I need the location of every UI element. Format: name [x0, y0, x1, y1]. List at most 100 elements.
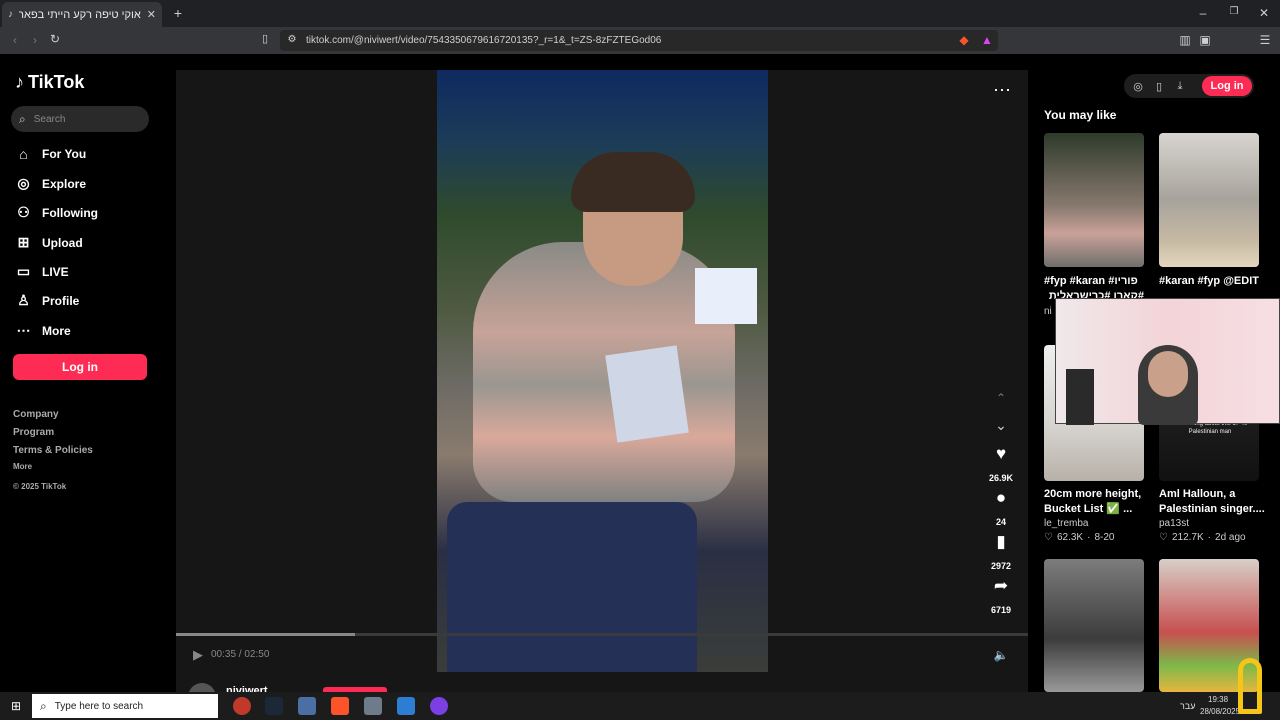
suggested-caption-3b[interactable]: Bucket List ✅ ... [1044, 502, 1154, 517]
suggested-stats-3: ♡ 62.3K · 8-20 [1044, 532, 1115, 543]
close-tab-icon[interactable]: ✕ [147, 8, 156, 21]
taskbar-app-7[interactable] [430, 697, 448, 715]
bookmark-save-icon[interactable]: ▮ [983, 532, 1019, 552]
comment-count: 24 [995, 517, 1006, 527]
back-icon[interactable]: ‹ [8, 33, 22, 47]
volume-icon[interactable]: 🔈 [992, 648, 1010, 662]
browser-tab[interactable]: ♪ אוקי טיפה רקע הייתי בפארק כל ✕ [2, 2, 162, 27]
sidebar-item-more[interactable]: ⋯ More [15, 322, 71, 339]
video-progress-fill [176, 633, 355, 636]
share-count: 6719 [990, 605, 1012, 615]
sidebar-item-for-you[interactable]: ⌂ For You [15, 146, 86, 162]
sidebar-item-live[interactable]: ▭ LIVE [15, 263, 69, 280]
taskbar-app-6[interactable] [397, 697, 415, 715]
footer-company-link[interactable]: Company [13, 409, 59, 420]
taskbar-lang[interactable]: עבר [1180, 701, 1195, 711]
sidebar-item-following[interactable]: ⚇ Following [15, 204, 98, 221]
suggested-caption-4b[interactable]: Palestinian singer.... [1159, 502, 1269, 517]
tiktok-favicon-icon: ♪ [8, 9, 13, 20]
video-player[interactable] [437, 70, 768, 672]
header-login-button[interactable]: Log in [1202, 76, 1252, 96]
sidebar-login-button[interactable]: Log in [13, 354, 147, 380]
suggested-thumb-2[interactable] [1159, 133, 1259, 267]
search-icon: ⌕ [19, 111, 26, 126]
taskbar-time[interactable]: 19:38 [1208, 695, 1228, 704]
heart-outline-icon: ♡ [1044, 532, 1053, 543]
address-bar[interactable]: tiktok.com/@niviwert/video/7543350679616… [280, 30, 998, 51]
windows-start-icon[interactable]: ⊞ [8, 699, 24, 713]
save-count: 2972 [990, 561, 1012, 571]
download-icon[interactable]: ⤓ [1173, 80, 1187, 93]
suggested-author-1[interactable]: ni [1044, 306, 1052, 317]
previous-video-icon[interactable]: ⌃ [992, 391, 1010, 405]
play-icon[interactable]: ▶ [190, 647, 206, 663]
brave-shield-icon[interactable]: ◆ [957, 33, 971, 47]
device-icon[interactable]: ▯ [1152, 80, 1166, 93]
heart-outline-icon: ♡ [1159, 532, 1168, 543]
following-icon: ⚇ [17, 204, 30, 220]
explore-mini-icon[interactable]: ◎ [1131, 80, 1145, 93]
taskbar-app-3[interactable] [298, 697, 316, 715]
sidebar-item-explore[interactable]: ◎ Explore [15, 175, 86, 192]
home-icon: ⌂ [19, 146, 28, 162]
sidebar-toggle-icon[interactable]: ▥ [1178, 33, 1192, 47]
taskbar-steam-icon[interactable] [265, 697, 283, 715]
bookmark-icon[interactable]: ▯ [258, 32, 272, 45]
taskbar-search[interactable]: ⌕ Type here to search [32, 694, 218, 718]
url-text: tiktok.com/@niviwert/video/7543350679616… [306, 35, 662, 46]
footer-program-link[interactable]: Program [13, 427, 54, 438]
suggested-stats-4: ♡ 212.7K · 2d ago [1159, 532, 1246, 543]
reload-icon[interactable]: ↻ [48, 32, 62, 46]
id-card [605, 345, 689, 443]
suggested-thumb-1[interactable] [1044, 133, 1144, 267]
suggested-thumb-5[interactable] [1044, 559, 1144, 692]
close-window-icon[interactable]: ✕ [1257, 6, 1271, 20]
suggested-caption-3[interactable]: 20cm more height, [1044, 487, 1154, 502]
brave-rewards-icon[interactable]: ▲ [980, 33, 994, 47]
comment-icon[interactable]: ● [983, 488, 1019, 508]
site-info-icon[interactable]: ⚙ [286, 34, 298, 45]
taskbar-brave-icon[interactable] [331, 697, 349, 715]
search-placeholder: Search [33, 113, 66, 125]
webcam-overlay [1055, 298, 1280, 425]
tiktok-logo[interactable]: ♪ TikTok [15, 72, 84, 93]
person-icon: ♙ [17, 292, 30, 308]
video-more-options-icon[interactable]: ⋯ [992, 80, 1012, 101]
taskbar-search-icon: ⌕ [40, 698, 47, 713]
video-time: 00:35 / 02:50 [211, 649, 270, 660]
tiktok-note-icon: ♪ [15, 72, 24, 92]
restore-icon[interactable]: ❐ [1227, 6, 1241, 17]
search-box[interactable]: ⌕ Search [11, 106, 149, 132]
suggested-author-4[interactable]: pa13st [1159, 518, 1189, 529]
webcam-face [1148, 351, 1188, 397]
suggested-caption-2[interactable]: #karan #fyp @EDITS [1159, 274, 1259, 289]
live-tv-icon: ▭ [16, 263, 31, 279]
plus-square-icon: ⊞ [17, 234, 30, 250]
wallet-icon[interactable]: ▣ [1198, 33, 1212, 47]
taskbar-date[interactable]: 28/08/2025 [1200, 707, 1240, 716]
suggested-author-3[interactable]: le_tremba [1044, 518, 1088, 529]
next-video-icon[interactable]: ⌄ [992, 417, 1010, 434]
suggested-caption-1[interactable]: #fyp #karan #פוריו [1044, 274, 1144, 289]
like-count: 26.9K [988, 473, 1014, 483]
forward-icon[interactable]: › [28, 33, 42, 47]
menu-icon[interactable]: ☰ [1258, 33, 1272, 47]
more-dots-icon: ⋯ [16, 322, 31, 338]
tab-title: אוקי טיפה רקע הייתי בפארק כל [19, 8, 141, 21]
minimize-icon[interactable]: – [1196, 6, 1210, 20]
taskbar-app-5[interactable] [364, 697, 382, 715]
webcam-mic [1066, 369, 1094, 425]
taskbar-app-1[interactable] [233, 697, 251, 715]
footer-copyright: © 2025 TikTok [13, 482, 67, 491]
share-icon[interactable]: ➦ [983, 576, 1019, 596]
sidebar-item-profile[interactable]: ♙ Profile [15, 292, 79, 309]
footer-more-link[interactable]: More [13, 462, 32, 471]
footer-terms-link[interactable]: Terms & Policies [13, 445, 93, 456]
suggested-caption-4[interactable]: Aml Halloun, a [1159, 487, 1269, 502]
heart-icon[interactable]: ♥ [983, 444, 1019, 464]
sidebar-item-upload[interactable]: ⊞ Upload [15, 234, 83, 251]
person-hair [571, 152, 695, 212]
new-tab-icon[interactable]: + [170, 5, 186, 21]
yellow-ribbon-icon [1238, 658, 1262, 714]
house [695, 268, 757, 324]
